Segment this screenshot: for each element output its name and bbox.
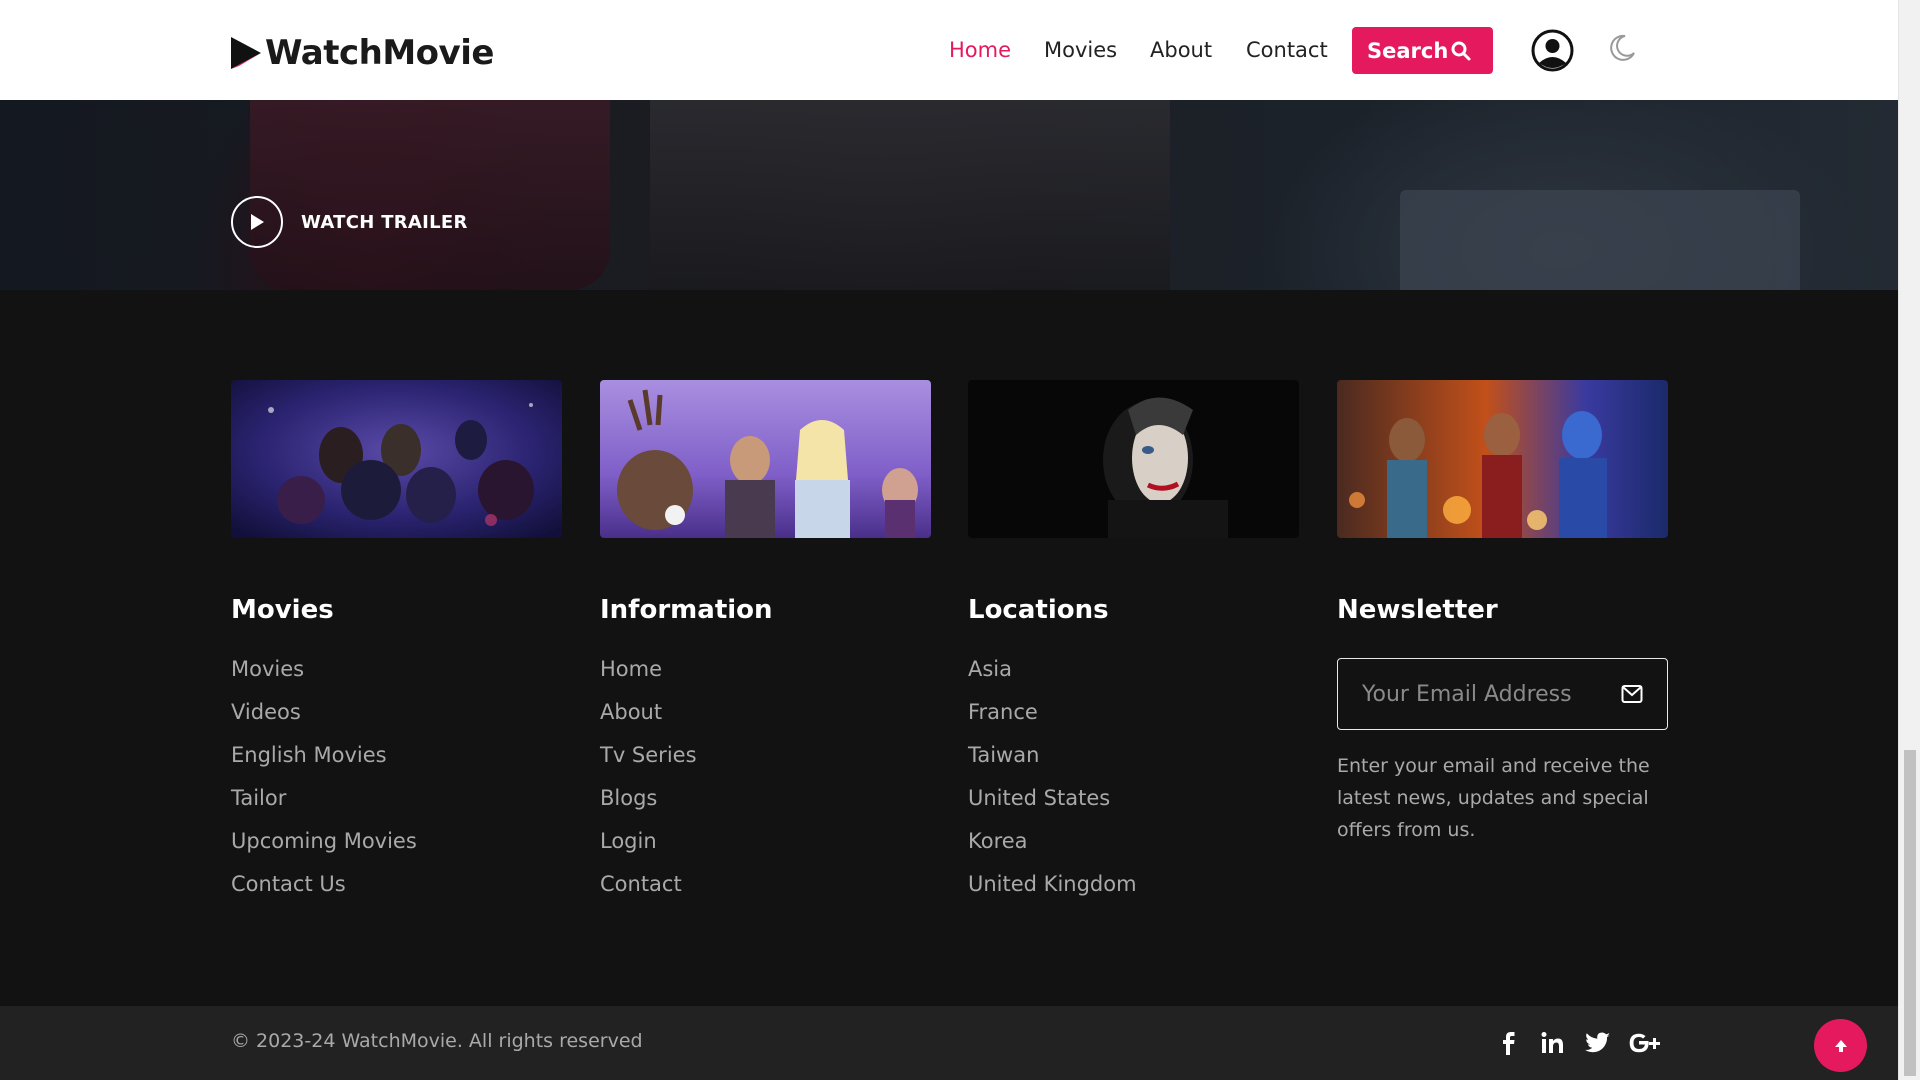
footer-link[interactable]: United Kingdom xyxy=(968,872,1137,915)
footer-link[interactable]: Contact Us xyxy=(231,872,417,915)
aladdin-thumbnail[interactable] xyxy=(1337,380,1668,538)
footer-link[interactable]: Videos xyxy=(231,700,417,743)
hero-figure-center xyxy=(650,100,1170,290)
newsletter-description: Enter your email and receive the latest … xyxy=(1337,755,1650,841)
avengers-thumbnail[interactable] xyxy=(231,380,562,538)
locations-links: Asia France Taiwan United States Korea U… xyxy=(968,657,1137,915)
footer-link[interactable]: Tailor xyxy=(231,786,417,829)
footer-link[interactable]: Taiwan xyxy=(968,743,1137,786)
scroll-to-top-button[interactable] xyxy=(1814,1019,1867,1072)
footer-bottom-bar: © 2023-24 WatchMovie. All rights reserve… xyxy=(0,1006,1898,1080)
footer-link[interactable]: About xyxy=(600,700,697,743)
copyright-text: © 2023-24 WatchMovie. All rights reserve… xyxy=(231,1030,643,1052)
information-links: Home About Tv Series Blogs Login Contact xyxy=(600,657,697,915)
hero-figure-left xyxy=(250,100,610,290)
footer-link[interactable]: Movies xyxy=(231,657,417,700)
joker-thumbnail[interactable] xyxy=(968,380,1299,538)
footer-link[interactable]: Upcoming Movies xyxy=(231,829,417,872)
footer-link[interactable]: Login xyxy=(600,829,697,872)
locations-column-title: Locations xyxy=(968,595,1109,625)
page: WatchMovie Home Movies About Contact Sea… xyxy=(0,0,1898,1080)
user-circle-icon[interactable] xyxy=(1531,29,1574,72)
email-field[interactable] xyxy=(1338,681,1608,707)
linkedin-icon[interactable] xyxy=(1537,1030,1567,1056)
nav-movies[interactable]: Movies xyxy=(1044,38,1117,62)
search-icon xyxy=(1451,41,1471,61)
google-plus-icon[interactable] xyxy=(1627,1030,1663,1056)
facebook-icon[interactable] xyxy=(1493,1030,1523,1056)
movies-links: Movies Videos English Movies Tailor Upco… xyxy=(231,657,417,915)
hero-monitor xyxy=(1400,190,1800,290)
newsletter-title: Newsletter xyxy=(1337,595,1498,625)
footer-link[interactable]: Blogs xyxy=(600,786,697,829)
mail-icon[interactable] xyxy=(1621,684,1643,704)
nav-contact[interactable]: Contact xyxy=(1246,38,1328,62)
footer-link[interactable]: Korea xyxy=(968,829,1137,872)
hero-banner: WATCH TRAILER xyxy=(0,100,1898,290)
nav-home[interactable]: Home xyxy=(949,38,1011,62)
newsletter-form xyxy=(1337,658,1668,730)
footer-link[interactable]: France xyxy=(968,700,1137,743)
search-button[interactable]: Search xyxy=(1352,27,1493,74)
footer-link[interactable]: Contact xyxy=(600,872,697,915)
nav-about[interactable]: About xyxy=(1150,38,1212,62)
brand-name: WatchMovie xyxy=(265,33,494,73)
site-header: WatchMovie Home Movies About Contact Sea… xyxy=(0,0,1898,100)
arrow-up-icon xyxy=(1834,1039,1847,1052)
watch-trailer-button[interactable]: WATCH TRAILER xyxy=(231,196,468,248)
movies-column-title: Movies xyxy=(231,595,334,625)
scrollbar-thumb[interactable] xyxy=(1904,750,1916,1076)
search-button-label: Search xyxy=(1367,38,1449,63)
footer-link[interactable]: English Movies xyxy=(231,743,417,786)
page-scrollbar[interactable] xyxy=(1898,0,1920,1080)
information-column-title: Information xyxy=(600,595,773,625)
frozen-thumbnail[interactable] xyxy=(600,380,931,538)
watch-trailer-label: WATCH TRAILER xyxy=(301,211,468,233)
play-circle-icon xyxy=(231,196,283,248)
footer-link[interactable]: Tv Series xyxy=(600,743,697,786)
twitter-icon[interactable] xyxy=(1583,1030,1613,1056)
brand-logo[interactable]: WatchMovie xyxy=(229,33,494,73)
play-logo-icon xyxy=(231,37,261,69)
footer-link[interactable]: Home xyxy=(600,657,697,700)
footer-link[interactable]: United States xyxy=(968,786,1137,829)
site-footer: Movies Movies Videos English Movies Tail… xyxy=(0,290,1898,1006)
moon-icon[interactable] xyxy=(1607,33,1637,63)
footer-link[interactable]: Asia xyxy=(968,657,1137,700)
